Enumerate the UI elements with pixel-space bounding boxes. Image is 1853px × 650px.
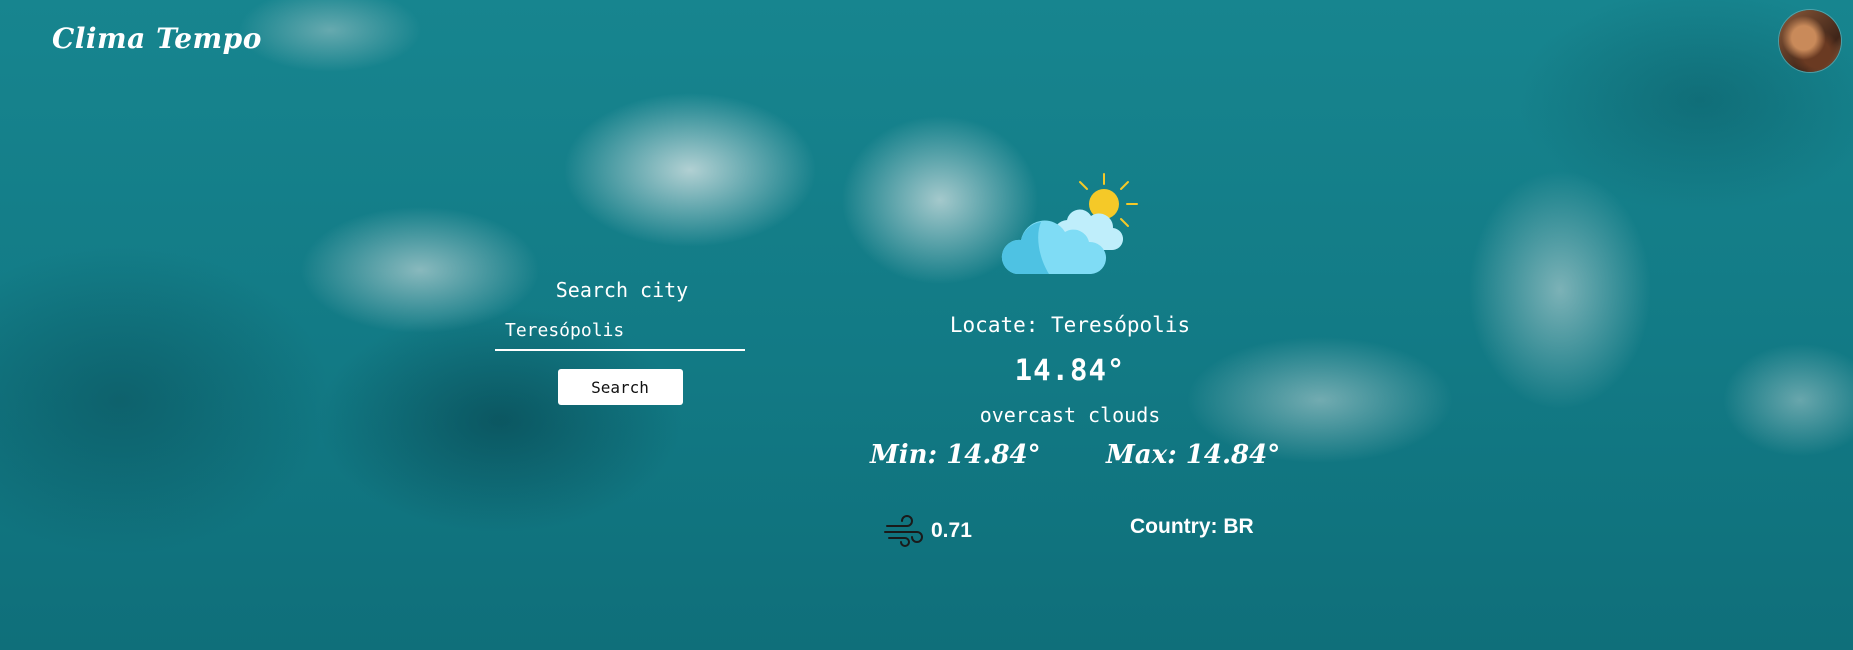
wind-icon [884, 515, 923, 547]
country-text: Country: BR [1130, 515, 1254, 538]
temperature-value: 14.84° [1014, 353, 1126, 387]
city-search-input[interactable] [495, 314, 745, 351]
weather-description: overcast clouds [979, 403, 1161, 427]
partly-cloudy-icon [1001, 173, 1138, 274]
min-temperature: Min: 14.84° [870, 440, 1041, 470]
user-avatar[interactable] [1779, 10, 1841, 72]
wind-info: 0.71 [883, 514, 972, 548]
app-title: Clima Tempo [52, 22, 262, 55]
search-form: Search city Search [495, 278, 745, 405]
max-temperature: Max: 14.84° [1106, 440, 1281, 470]
search-button[interactable]: Search [557, 369, 683, 405]
location-text: Locate: Teresópolis [949, 313, 1191, 337]
wind-speed-value: 0.71 [931, 519, 972, 542]
search-city-label: Search city [555, 278, 689, 302]
